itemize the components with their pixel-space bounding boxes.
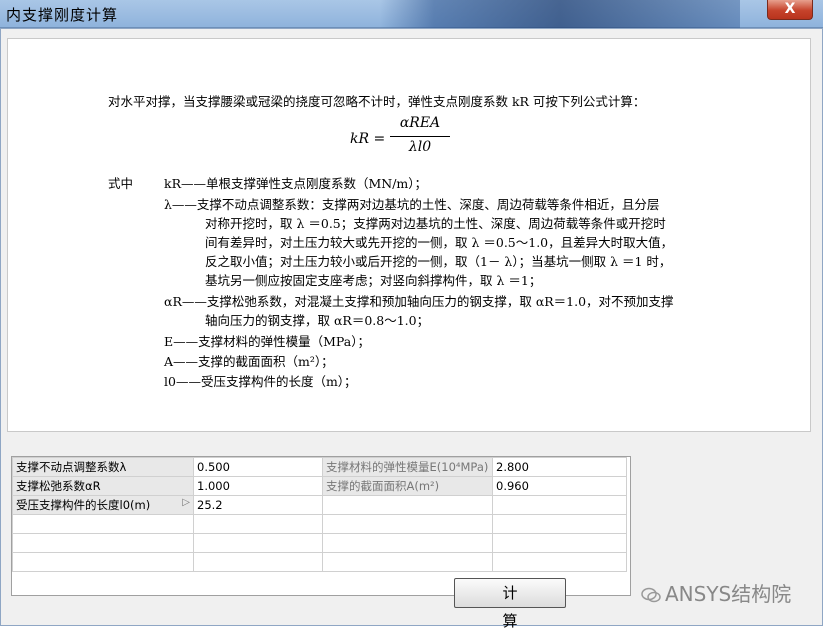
background-window-decoration (380, 0, 740, 28)
param-label-length-text: 受压支撑构件的长度l0(m) (16, 498, 151, 512)
formula: kR = αREA λl0 (350, 115, 470, 167)
definition-lambda-cont: 间有差异时，对土压力较大或先开挖的一侧，取 λ ＝0.5～1.0，且差异大时取大… (205, 235, 674, 250)
cursor-icon: ▷ (182, 497, 190, 508)
formula-description-panel: 对水平对撑，当支撑腰梁或冠梁的挠度可忽略不计时，弹性支点刚度系数 kR 可按下列… (7, 38, 811, 432)
definition-lambda-cont: 反之取小值；对土压力较小或后开挖的一侧，取（1－ λ）；当基坑一侧取 λ ＝1 … (205, 254, 672, 269)
empty-cell (322, 495, 493, 515)
empty-cell (492, 495, 627, 515)
wechat-icon (641, 587, 661, 603)
param-label-area: 支撑的截面面积A(m²) (322, 476, 493, 496)
table-row (12, 552, 627, 572)
definition-a: A——支撑的截面面积（m²）； (164, 354, 334, 369)
calculate-button[interactable]: 计算 (454, 578, 566, 630)
table-row (12, 514, 627, 534)
param-value-lambda[interactable]: 0.500 (193, 457, 323, 477)
fraction-bar (390, 136, 450, 137)
definition-l0: l0——受压支撑构件的长度（m）； (164, 374, 357, 389)
dialog-body: 对水平对撑，当支撑腰梁或冠梁的挠度可忽略不计时，弹性支点刚度系数 kR 可按下列… (0, 28, 823, 630)
watermark-text: ANSYS结构院 (665, 582, 792, 606)
formula-lhs: kR = (350, 131, 386, 147)
definition-e: E——支撑材料的弹性模量（MPa）； (164, 334, 370, 349)
param-label-length: 受压支撑构件的长度l0(m) ▷ (12, 495, 194, 515)
param-value-length[interactable]: 25.2 (193, 495, 323, 515)
param-value-modulus[interactable]: 2.800 (492, 457, 627, 477)
param-label-lambda: 支撑不动点调整系数λ (12, 457, 194, 477)
definition-kr: kR——单根支撑弹性支点刚度系数（MN/m）； (164, 176, 428, 191)
formula-numerator: αREA (399, 115, 441, 131)
table-row: 支撑松弛系数αR 1.000 支撑的截面面积A(m²) 0.960 (12, 476, 627, 496)
param-label-modulus: 支撑材料的弹性模量E(10⁴MPa) (322, 457, 493, 477)
definition-lambda-cont: 基坑另一侧应按固定支座考虑；对竖向斜撑构件，取 λ ＝1； (205, 273, 542, 288)
window-title: 内支撑刚度计算 (6, 6, 119, 24)
watermark: ANSYS结构院 (641, 578, 791, 607)
formula-denominator: λl0 (408, 139, 432, 155)
intro-text: 对水平对撑，当支撑腰梁或冠梁的挠度可忽略不计时，弹性支点刚度系数 kR 可按下列… (108, 94, 646, 109)
close-button[interactable]: X (767, 0, 813, 20)
parameter-grid: 支撑不动点调整系数λ 0.500 支撑材料的弹性模量E(10⁴MPa) 2.80… (11, 456, 631, 596)
where-label: 式中 (108, 176, 134, 191)
definition-alpha: αR——支撑松弛系数，对混凝土支撑和预加轴向压力的钢支撑，取 αR＝1.0，对不… (164, 294, 674, 309)
table-row: 受压支撑构件的长度l0(m) ▷ 25.2 (12, 495, 627, 515)
definition-lambda-cont: 对称开挖时，取 λ ＝0.5；支撑两对边基坑的土性、深度、周边荷载等条件或开挖时 (205, 216, 666, 231)
title-bar: 内支撑刚度计算 X (0, 0, 823, 28)
table-row (12, 533, 627, 553)
definition-alpha-cont: 轴向压力的钢支撑，取 αR＝0.8～1.0； (205, 313, 430, 328)
param-value-alpha[interactable]: 1.000 (193, 476, 323, 496)
table-row: 支撑不动点调整系数λ 0.500 支撑材料的弹性模量E(10⁴MPa) 2.80… (12, 457, 627, 477)
param-value-area[interactable]: 0.960 (492, 476, 627, 496)
definition-lambda: λ——支撑不动点调整系数：支撑两对边基坑的土性、深度、周边荷载等条件相近，且分层 (164, 197, 660, 212)
param-label-alpha: 支撑松弛系数αR (12, 476, 194, 496)
